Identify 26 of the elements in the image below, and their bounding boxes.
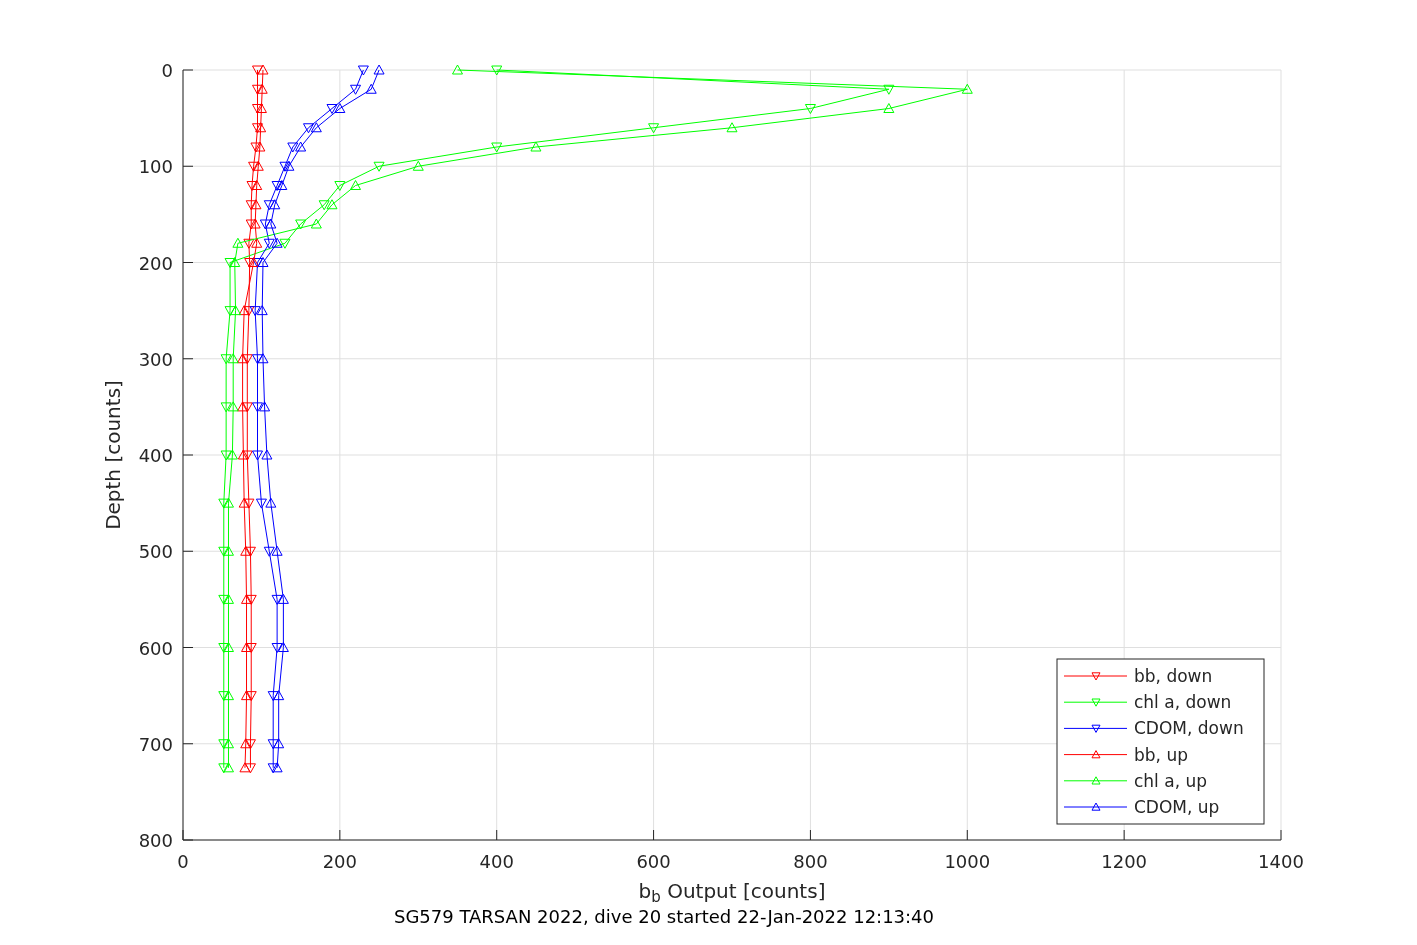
- y-axis-title: Depth [counts]: [100, 380, 126, 530]
- legend-label: chl a, down: [1134, 692, 1232, 713]
- y-tick-label: 300: [138, 348, 173, 370]
- y-tick-label: 600: [138, 637, 173, 659]
- x-tick-label: 1200: [1101, 851, 1148, 872]
- legend-label: bb, up: [1134, 744, 1188, 765]
- x-axis-title: b$_{b}$ Output [counts]: [638, 878, 826, 904]
- y-tick-label: 100: [138, 156, 173, 178]
- x-tick-label: 0: [177, 851, 189, 872]
- x-tick-label: 200: [322, 851, 358, 872]
- legend-label: CDOM, down: [1134, 718, 1244, 739]
- legend-label: CDOM, up: [1134, 797, 1220, 817]
- x-tick-label: 600: [636, 851, 671, 872]
- legend-label: chl a, up: [1134, 770, 1208, 791]
- y-tick-label: 500: [138, 541, 173, 563]
- chart-caption: SG579 TARSAN 2022, dive 20 started 22-Jan-2022 12:13:40: [394, 905, 934, 929]
- x-tick-label: 400: [479, 851, 514, 872]
- y-tick-label: 400: [138, 445, 173, 466]
- y-tick-label: 800: [138, 830, 173, 851]
- y-tick-label: 0: [161, 60, 173, 81]
- legend-label: bb, down: [1134, 666, 1213, 686]
- x-tick-label: 1400: [1258, 851, 1304, 872]
- y-tick-label: 700: [138, 733, 173, 755]
- x-tick-label: 1000: [944, 851, 991, 872]
- x-tick-label: 800: [793, 851, 828, 872]
- y-tick-label: 200: [138, 252, 173, 274]
